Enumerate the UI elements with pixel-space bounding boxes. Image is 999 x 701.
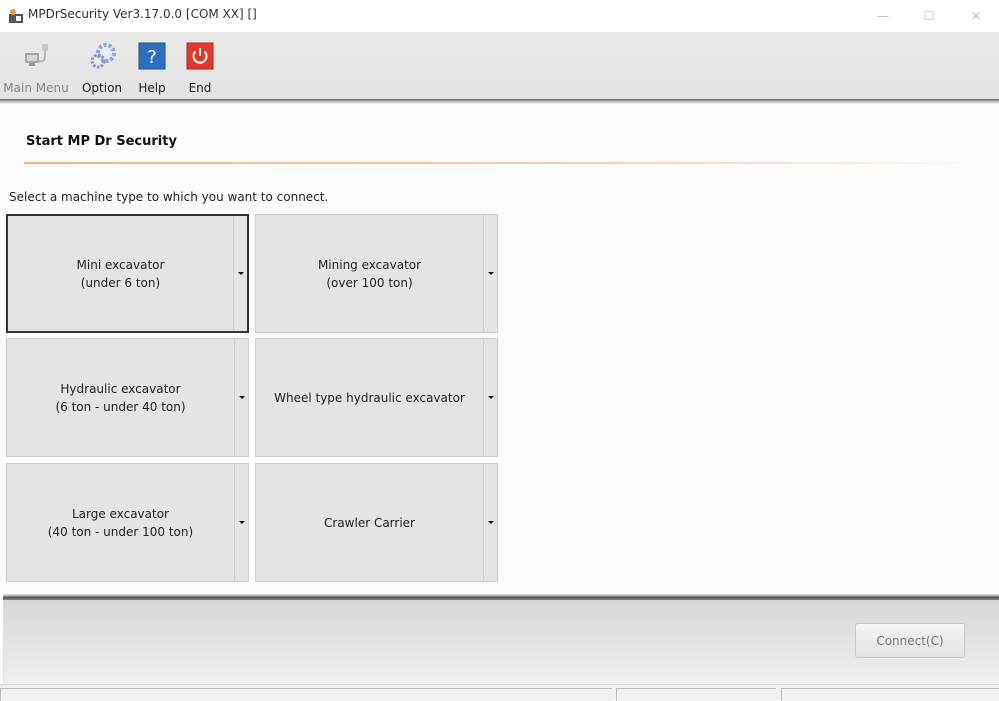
caret-down-icon: [487, 521, 494, 524]
computer-cable-icon: [21, 41, 51, 71]
window-title: MPDrSecurity Ver3.17.0.0 [COM XX] []: [28, 7, 257, 21]
status-bar: [0, 684, 999, 701]
connect-button[interactable]: Connect(C): [855, 623, 965, 658]
svg-text:?: ?: [147, 47, 157, 68]
maximize-icon: ☐: [923, 9, 935, 23]
machine-dropdown[interactable]: [483, 339, 497, 456]
machine-large-excavator[interactable]: Large excavator (40 ton - under 100 ton): [6, 463, 249, 582]
caret-down-icon: [237, 272, 244, 275]
help-label: Help: [138, 81, 166, 95]
caret-down-icon: [238, 521, 245, 524]
machine-crawler-carrier[interactable]: Crawler Carrier: [255, 463, 498, 582]
title-bar: MPDrSecurity Ver3.17.0.0 [COM XX] [] — ☐…: [0, 0, 999, 32]
machine-wheel-excavator[interactable]: Wheel type hydraulic excavator: [255, 338, 498, 457]
close-button[interactable]: ✕: [953, 0, 999, 32]
main-menu-label: Main Menu: [3, 81, 69, 95]
machine-label: Hydraulic excavator (6 ton - under 40 to…: [55, 381, 186, 414]
status-segment: [616, 688, 776, 701]
maximize-button[interactable]: ☐: [906, 0, 952, 32]
machine-hydraulic-excavator[interactable]: Hydraulic excavator (6 ton - under 40 to…: [6, 338, 249, 457]
option-label: Option: [81, 81, 123, 95]
machine-label: Crawler Carrier: [324, 515, 415, 530]
footer-panel: [3, 600, 999, 684]
machine-label: Mining excavator (over 100 ton): [317, 257, 422, 290]
help-icon: ?: [137, 41, 167, 71]
help-button[interactable]: ? Help: [132, 32, 172, 100]
app-icon: [9, 9, 23, 23]
caret-down-icon: [487, 272, 494, 275]
machine-dropdown[interactable]: [233, 216, 247, 331]
main-menu-button[interactable]: Main Menu: [3, 32, 69, 100]
minimize-icon: —: [877, 9, 889, 23]
machine-label: Wheel type hydraulic excavator: [274, 390, 465, 405]
machine-label: Mini excavator (under 6 ton): [76, 257, 165, 290]
option-button[interactable]: Option: [80, 32, 124, 100]
gears-icon: [87, 41, 117, 71]
caret-down-icon: [487, 396, 494, 399]
machine-dropdown[interactable]: [234, 464, 248, 581]
page-title: Start MP Dr Security: [26, 134, 177, 149]
toolbar: Main Menu Option ? Help End: [0, 32, 999, 100]
machine-mining-excavator[interactable]: Mining excavator (over 100 ton): [255, 214, 498, 333]
instructions-text: Select a machine type to which you want …: [9, 190, 329, 204]
machine-mini-excavator[interactable]: Mini excavator (under 6 ton): [6, 214, 249, 333]
machine-dropdown[interactable]: [234, 339, 248, 456]
power-icon: [185, 41, 215, 71]
end-button[interactable]: End: [180, 32, 220, 100]
machine-label: Large excavator (40 ton - under 100 ton): [47, 506, 194, 539]
status-segment: [781, 688, 999, 701]
title-divider: [24, 162, 984, 164]
close-icon: ✕: [970, 9, 982, 23]
caret-down-icon: [238, 396, 245, 399]
machine-dropdown[interactable]: [483, 464, 497, 581]
machine-dropdown[interactable]: [483, 215, 497, 332]
minimize-button[interactable]: —: [860, 0, 906, 32]
end-label: End: [188, 81, 212, 95]
status-segment: [0, 688, 612, 701]
